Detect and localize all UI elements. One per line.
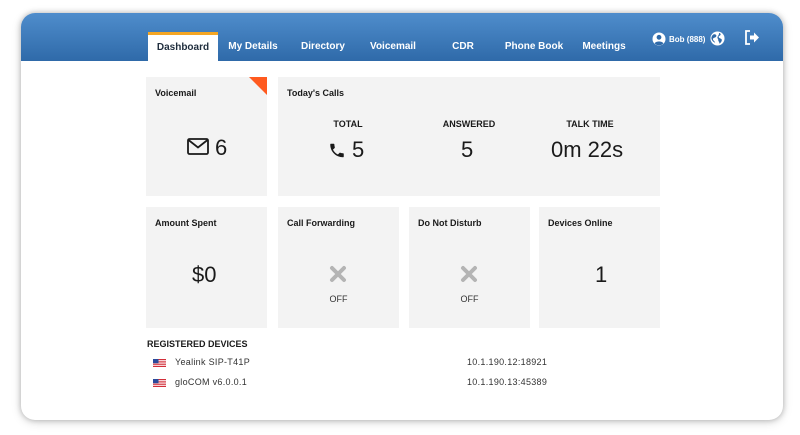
device-row: gloCOM v6.0.0.1 10.1.190.13:45389 xyxy=(147,377,677,391)
tab-cdr[interactable]: CDR xyxy=(428,32,498,61)
voicemail-count: 6 xyxy=(215,135,228,160)
phone-icon xyxy=(330,143,344,158)
voicemail-card[interactable]: Voicemail 6 xyxy=(146,77,267,196)
todays-calls-title: Today's Calls xyxy=(287,88,344,98)
device-address: 10.1.190.12:18921 xyxy=(467,357,548,367)
call-forwarding-title: Call Forwarding xyxy=(287,218,356,228)
logout-icon[interactable] xyxy=(744,30,760,45)
answered-calls-label: ANSWERED xyxy=(442,119,496,129)
user-menu[interactable]: Bob (888) xyxy=(652,31,705,47)
globe-icon[interactable] xyxy=(710,31,725,46)
app-window: Dashboard My Details Directory Voicemail… xyxy=(21,13,783,420)
total-calls-label: TOTAL xyxy=(333,119,363,129)
main-tabs: Dashboard My Details Directory Voicemail… xyxy=(148,32,638,61)
devices-online-value: 1 xyxy=(595,262,608,287)
tab-phone-book[interactable]: Phone Book xyxy=(498,32,570,61)
talk-time-value: 0m 22s xyxy=(551,137,624,162)
tab-directory[interactable]: Directory xyxy=(288,32,358,61)
disabled-x-icon xyxy=(330,266,346,282)
amount-spent-card: Amount Spent $0 xyxy=(146,207,267,328)
tab-voicemail[interactable]: Voicemail xyxy=(358,32,428,61)
call-forwarding-status: OFF xyxy=(329,294,348,304)
devices-online-title: Devices Online xyxy=(548,218,613,228)
voicemail-card-title: Voicemail xyxy=(155,88,197,98)
device-name: Yealink SIP-T41P xyxy=(175,357,251,367)
tab-dashboard[interactable]: Dashboard xyxy=(148,32,218,61)
device-row: Yealink SIP-T41P 10.1.190.12:18921 xyxy=(147,357,677,371)
total-calls-value: 5 xyxy=(352,137,365,162)
tab-my-details[interactable]: My Details xyxy=(218,32,288,61)
top-navigation-bar: Dashboard My Details Directory Voicemail… xyxy=(21,13,783,61)
call-forwarding-card[interactable]: Call Forwarding OFF xyxy=(278,207,399,328)
amount-spent-title: Amount Spent xyxy=(155,218,217,228)
devices-online-card: Devices Online 1 xyxy=(539,207,660,328)
tab-meetings[interactable]: Meetings xyxy=(570,32,638,61)
user-avatar-icon xyxy=(652,32,666,46)
us-flag-icon xyxy=(153,379,166,387)
answered-calls-value: 5 xyxy=(461,137,474,162)
envelope-icon xyxy=(187,138,209,155)
talk-time-label: TALK TIME xyxy=(566,119,614,129)
us-flag-icon xyxy=(153,359,166,367)
amount-spent-value: $0 xyxy=(192,262,217,287)
do-not-disturb-title: Do Not Disturb xyxy=(418,218,482,228)
disabled-x-icon xyxy=(461,266,477,282)
todays-calls-card: Today's Calls TOTAL 5 ANSWERED 5 TALK TI… xyxy=(278,77,660,196)
user-name: Bob (888) xyxy=(669,34,706,44)
registered-devices-title: REGISTERED DEVICES xyxy=(147,339,248,349)
device-address: 10.1.190.13:45389 xyxy=(467,377,548,387)
device-name: gloCOM v6.0.0.1 xyxy=(175,377,248,387)
do-not-disturb-card[interactable]: Do Not Disturb OFF xyxy=(409,207,530,328)
do-not-disturb-status: OFF xyxy=(460,294,479,304)
new-message-corner-flag xyxy=(249,77,267,95)
